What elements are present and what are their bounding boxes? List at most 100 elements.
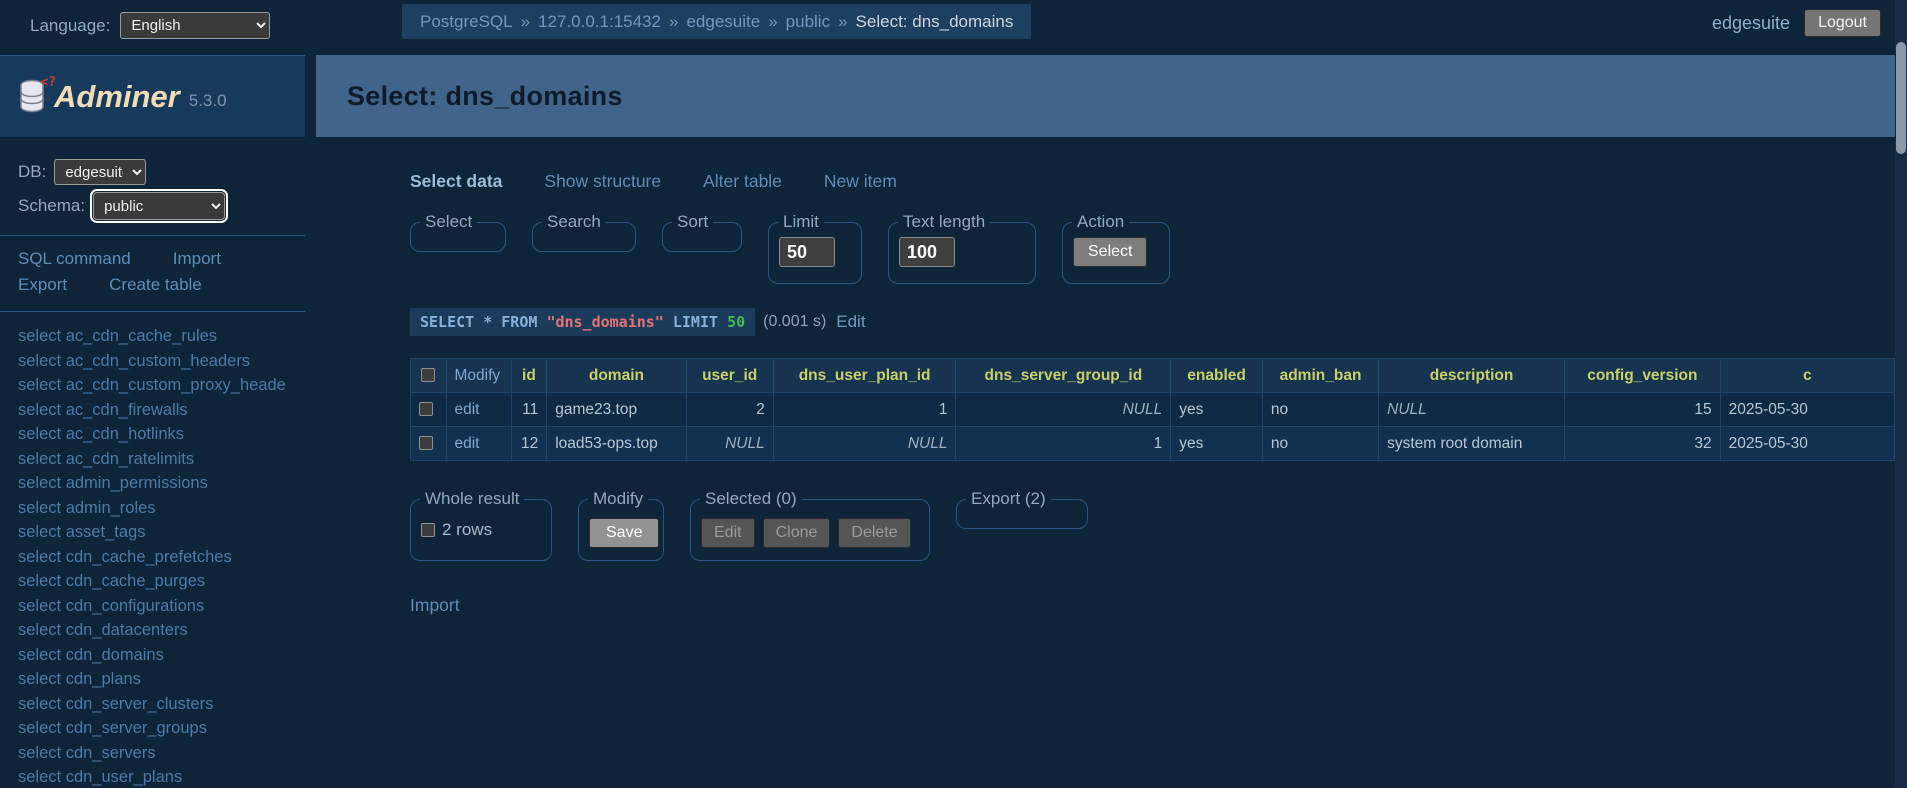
column-header-admin_ban[interactable]: admin_ban	[1262, 359, 1378, 393]
table-name-link[interactable]: admin_roles	[61, 499, 155, 517]
save-button[interactable]: Save	[589, 518, 659, 548]
table-name-link[interactable]: cdn_server_clusters	[61, 695, 213, 713]
table-name-link[interactable]: ac_cdn_hotlinks	[61, 425, 184, 443]
table-name-link[interactable]: cdn_server_groups	[61, 719, 207, 737]
sidebar-link-export[interactable]: Export	[18, 275, 67, 295]
column-header-config_version[interactable]: config_version	[1565, 359, 1721, 393]
edit-selected-button[interactable]: Edit	[701, 518, 755, 548]
fieldset-sort[interactable]: Sort	[662, 222, 742, 252]
tab-new-item[interactable]: New item	[824, 171, 897, 192]
scrollbar-thumb[interactable]	[1896, 42, 1906, 154]
table-select-link[interactable]: select	[18, 768, 61, 786]
sidebar-link-create-table[interactable]: Create table	[109, 275, 202, 295]
table-name-link[interactable]: asset_tags	[61, 523, 145, 541]
fieldset-export[interactable]: Export (2)	[956, 499, 1088, 529]
table-name-link[interactable]: cdn_user_plans	[61, 768, 182, 786]
table-name-link[interactable]: ac_cdn_custom_headers	[61, 352, 250, 370]
schema-select[interactable]: public	[93, 192, 225, 220]
table-list: select ac_cdn_cache_rulesselect ac_cdn_c…	[0, 312, 305, 788]
table-select-link[interactable]: select	[18, 670, 61, 688]
table-select-link[interactable]: select	[18, 695, 61, 713]
fieldset-select[interactable]: Select	[410, 222, 506, 252]
row-edit-link[interactable]: edit	[455, 401, 480, 418]
fieldset-sort-legend[interactable]: Sort	[672, 212, 713, 232]
table-select-link[interactable]: select	[18, 621, 61, 639]
column-header-domain[interactable]: domain	[547, 359, 686, 393]
sidebar: DB: edgesuite Schema: public SQL command…	[0, 137, 305, 788]
select-all-checkbox[interactable]	[421, 368, 435, 382]
table-name-link[interactable]: cdn_plans	[61, 670, 141, 688]
modify-header-link[interactable]: Modify	[455, 367, 501, 384]
table-select-link[interactable]: select	[18, 425, 61, 443]
table-name-link[interactable]: cdn_domains	[61, 646, 164, 664]
clone-selected-button[interactable]: Clone	[763, 518, 831, 548]
results-table-head: Modify iddomainuser_iddns_user_plan_iddns…	[411, 359, 1895, 393]
table-select-link[interactable]: select	[18, 719, 61, 737]
column-header-user_id[interactable]: user_id	[686, 359, 773, 393]
table-select-link[interactable]: select	[18, 401, 61, 419]
row-edit-link[interactable]: edit	[455, 435, 480, 452]
table-select-link[interactable]: select	[18, 646, 61, 664]
export-legend[interactable]: Export (2)	[966, 489, 1051, 509]
cell-admin_ban: no	[1262, 427, 1378, 461]
table-name-link[interactable]: ac_cdn_cache_rules	[61, 327, 217, 345]
table-name-link[interactable]: cdn_configurations	[61, 597, 204, 615]
tab-show-structure[interactable]: Show structure	[544, 171, 661, 192]
table-select-link[interactable]: select	[18, 474, 61, 492]
sidebar-link-import[interactable]: Import	[173, 249, 221, 269]
fieldset-select-legend[interactable]: Select	[420, 212, 477, 232]
row-checkbox[interactable]	[419, 402, 433, 416]
table-name-link[interactable]: cdn_servers	[61, 744, 155, 762]
cell-domain: game23.top	[547, 393, 686, 427]
breadcrumb-link[interactable]: public	[786, 12, 830, 31]
table-select-link[interactable]: select	[18, 572, 61, 590]
table-name-link[interactable]: cdn_datacenters	[61, 621, 188, 639]
db-select[interactable]: edgesuite	[54, 159, 146, 185]
column-header-dns_user_plan_id[interactable]: dns_user_plan_id	[773, 359, 956, 393]
table-name-link[interactable]: admin_permissions	[61, 474, 208, 492]
table-select-link[interactable]: select	[18, 548, 61, 566]
column-header-c[interactable]: c	[1720, 359, 1894, 393]
language-select[interactable]: English	[120, 12, 270, 39]
query-edit-link[interactable]: Edit	[836, 312, 865, 332]
column-header-enabled[interactable]: enabled	[1171, 359, 1263, 393]
table-name-link[interactable]: cdn_cache_purges	[61, 572, 205, 590]
table-select-link[interactable]: select	[18, 523, 61, 541]
table-name-link[interactable]: ac_cdn_custom_proxy_heade	[61, 376, 286, 394]
breadcrumb-link[interactable]: PostgreSQL	[420, 12, 513, 31]
result-actions-row: Whole result 2 rows Modify Save Selected…	[410, 499, 1895, 561]
sidebar-link-sql-command[interactable]: SQL command	[18, 249, 131, 269]
table-select-link[interactable]: select	[18, 499, 61, 517]
table-select-link[interactable]: select	[18, 450, 61, 468]
table-list-item: select cdn_user_plans	[18, 765, 305, 788]
table-name-link[interactable]: ac_cdn_ratelimits	[61, 450, 194, 468]
table-select-link[interactable]: select	[18, 597, 61, 615]
fieldset-search[interactable]: Search	[532, 222, 636, 252]
limit-input[interactable]	[779, 237, 835, 267]
adminer-logo-text[interactable]: Adminer	[54, 79, 180, 115]
sql-query-code: SELECT * FROM "dns_domains" LIMIT 50	[410, 308, 755, 336]
column-header-description[interactable]: description	[1379, 359, 1565, 393]
breadcrumb-link[interactable]: edgesuite	[686, 12, 760, 31]
table-select-link[interactable]: select	[18, 327, 61, 345]
table-name-link[interactable]: cdn_cache_prefetches	[61, 548, 232, 566]
text-length-input[interactable]	[899, 237, 955, 267]
table-select-link[interactable]: select	[18, 376, 61, 394]
column-header-dns_server_group_id[interactable]: dns_server_group_id	[956, 359, 1171, 393]
account-user-link[interactable]: edgesuite	[1712, 13, 1790, 34]
tab-alter-table[interactable]: Alter table	[703, 171, 782, 192]
fieldset-search-legend[interactable]: Search	[542, 212, 606, 232]
row-checkbox[interactable]	[419, 436, 433, 450]
whole-result-checkbox[interactable]	[421, 523, 435, 537]
action-select-button[interactable]: Select	[1073, 237, 1147, 267]
table-select-link[interactable]: select	[18, 744, 61, 762]
tab-select-data[interactable]: Select data	[410, 171, 502, 192]
delete-selected-button[interactable]: Delete	[838, 518, 910, 548]
column-header-id[interactable]: id	[511, 359, 547, 393]
table-select-link[interactable]: select	[18, 352, 61, 370]
vertical-scrollbar[interactable]	[1895, 0, 1907, 788]
breadcrumb-link[interactable]: 127.0.0.1:15432	[538, 12, 661, 31]
table-name-link[interactable]: ac_cdn_firewalls	[61, 401, 188, 419]
logout-button[interactable]: Logout	[1804, 9, 1881, 37]
import-link[interactable]: Import	[410, 595, 460, 616]
